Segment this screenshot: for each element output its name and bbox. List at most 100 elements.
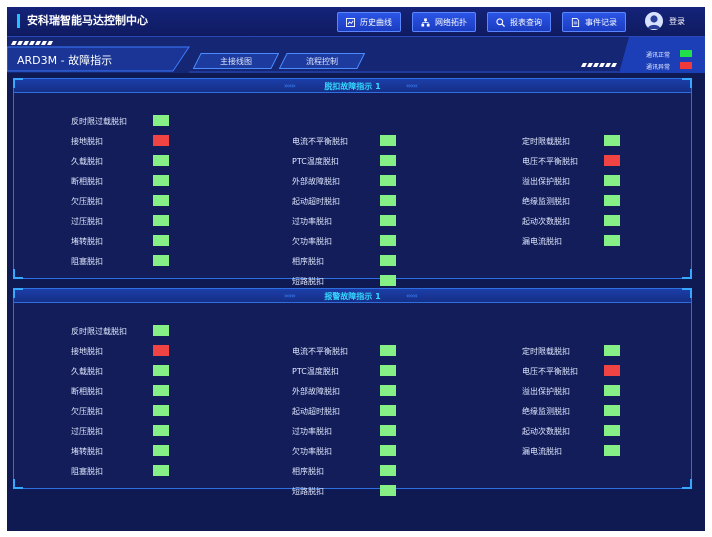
fault-item-label: 接地脱扣 (71, 137, 103, 146)
fault-indicator-green (380, 385, 396, 396)
fault-indicator-green (604, 135, 620, 146)
fault-indicator-green (604, 235, 620, 246)
fault-indicator-green (153, 425, 169, 436)
nav-network-topology-label: 网络拓扑 (435, 17, 467, 27)
alarm-fault-panel-header: ›››››› 报警故障指示 1 ‹‹‹‹‹‹ (14, 289, 691, 303)
legend-comm-normal-label: 通讯正常 (646, 52, 671, 59)
user-avatar-icon[interactable] (645, 12, 663, 30)
app-title: 安科瑞智能马达控制中心 (17, 14, 148, 28)
fault-item-label: 反时限过载脱扣 (71, 117, 127, 126)
fault-item-label: 溢出保护脱扣 (522, 177, 570, 186)
fault-item-label: 定时限载脱扣 (522, 347, 570, 356)
tab-main-wiring-diagram[interactable]: 主接线图 (193, 53, 279, 69)
fault-indicator-green (153, 365, 169, 376)
fault-indicator-green (380, 345, 396, 356)
fault-item-label: 起动超时脱扣 (292, 197, 340, 206)
fault-indicator-green (153, 215, 169, 226)
fault-item-label: 过压脱扣 (71, 427, 103, 436)
nav-network-topology-button[interactable]: 网络拓扑 (412, 12, 476, 32)
search-icon (496, 17, 505, 27)
fault-indicator-green (153, 235, 169, 246)
fault-indicator-green (604, 385, 620, 396)
nav-history-curve-button[interactable]: 历史曲线 (337, 12, 401, 32)
fault-indicator-green (153, 325, 169, 336)
fault-item-label: 久载脱扣 (71, 157, 103, 166)
fault-item-label: 阻塞脱扣 (71, 257, 103, 266)
fault-item-label: 断相脱扣 (71, 387, 103, 396)
login-link[interactable]: 登录 (669, 16, 685, 27)
fault-item-label: 绝缘监测脱扣 (522, 407, 570, 416)
fault-item-label: 外部故障脱扣 (292, 177, 340, 186)
nav-event-log-button[interactable]: 事件记录 (562, 12, 626, 32)
fault-item-label: 定时限载脱扣 (522, 137, 570, 146)
fault-indicator-green (380, 425, 396, 436)
nav-history-curve-label: 历史曲线 (360, 17, 392, 27)
corner-decoration (13, 479, 23, 489)
chart-icon (346, 17, 355, 27)
document-icon (571, 17, 580, 27)
fault-item-label: 阻塞脱扣 (71, 467, 103, 476)
corner-decoration (13, 269, 23, 279)
trip-fault-panel-header: ›››››› 脱扣故障指示 1 ‹‹‹‹‹‹ (14, 79, 691, 93)
fault-indicator-green (153, 115, 169, 126)
fault-indicator-green (380, 275, 396, 286)
corner-decoration (682, 78, 692, 88)
fault-item-label: 短路脱扣 (292, 277, 324, 286)
fault-item-label: 绝缘监测脱扣 (522, 197, 570, 206)
fault-item-label: 电压不平衡脱扣 (522, 157, 578, 166)
fault-indicator-green (604, 215, 620, 226)
corner-decoration (682, 288, 692, 298)
fault-indicator-green (380, 445, 396, 456)
fault-item-label: 反时限过载脱扣 (71, 327, 127, 336)
fault-item-label: 相序脱扣 (292, 467, 324, 476)
trip-fault-panel: ›››››› 脱扣故障指示 1 ‹‹‹‹‹‹ 反时限过载脱扣 接地脱扣久载脱扣断相… (13, 78, 692, 286)
fault-item-label: 起动次数脱扣 (522, 217, 570, 226)
nav-report-query-label: 报表查询 (510, 17, 542, 27)
legend-comm-abnormal-label: 通讯异常 (646, 64, 671, 71)
fault-indicator-green (380, 405, 396, 416)
corner-decoration (682, 479, 692, 489)
fault-indicator-red (153, 135, 169, 146)
fault-item-label: 漏电流脱扣 (522, 237, 562, 246)
chevron-left-icon: ‹‹‹‹‹‹ (406, 82, 418, 90)
fault-item-label: 外部故障脱扣 (292, 387, 340, 396)
fault-item-label: 电压不平衡脱扣 (522, 367, 578, 376)
page-header: ARD3M - 故障指示 主接线图 流程控制 通讯正常 通讯异常 (7, 37, 705, 73)
fault-indicator-green (380, 485, 396, 496)
nav-report-query-button[interactable]: 报表查询 (487, 12, 551, 32)
fault-item-label: 过功率脱扣 (292, 427, 332, 436)
fault-indicator-green (604, 425, 620, 436)
fault-indicator-green (380, 135, 396, 146)
fault-indicator-green (380, 175, 396, 186)
fault-indicator-green (380, 235, 396, 246)
fault-item-label: 起动次数脱扣 (522, 427, 570, 436)
trip-fault-panel-title: 脱扣故障指示 1 (324, 82, 381, 91)
fault-indicator-red (604, 365, 620, 376)
fault-item-label: 断相脱扣 (71, 177, 103, 186)
fault-item-label: 漏电流脱扣 (522, 447, 562, 456)
fault-indicator-green (153, 195, 169, 206)
fault-indicator-green (604, 175, 620, 186)
tab-process-control-label: 流程控制 (306, 56, 338, 66)
tab-main-wiring-diagram-label: 主接线图 (220, 56, 252, 66)
alarm-fault-panel-title: 报警故障指示 1 (324, 292, 381, 301)
fault-indicator-green (380, 365, 396, 376)
fault-indicator-green (380, 215, 396, 226)
fault-indicator-green (604, 445, 620, 456)
fault-item-label: 电流不平衡脱扣 (292, 137, 348, 146)
app-window: 安科瑞智能马达控制中心 历史曲线 网络拓扑 报表查询 事件记录 登录 ARD3M… (7, 7, 705, 531)
fault-item-label: 相序脱扣 (292, 257, 324, 266)
fault-indicator-green (153, 255, 169, 266)
fault-item-label: 欠功率脱扣 (292, 447, 332, 456)
fault-item-label: PTC温度脱扣 (292, 157, 339, 166)
fault-indicator-green (380, 255, 396, 266)
fault-indicator-green (380, 195, 396, 206)
legend-comm-normal-swatch (680, 50, 692, 57)
fault-item-label: 接地脱扣 (71, 347, 103, 356)
legend-comm-abnormal-swatch (680, 62, 692, 69)
fault-indicator-green (380, 155, 396, 166)
fault-indicator-green (604, 345, 620, 356)
fault-indicator-green (153, 385, 169, 396)
fault-item-label: 过压脱扣 (71, 217, 103, 226)
tab-process-control[interactable]: 流程控制 (279, 53, 365, 69)
